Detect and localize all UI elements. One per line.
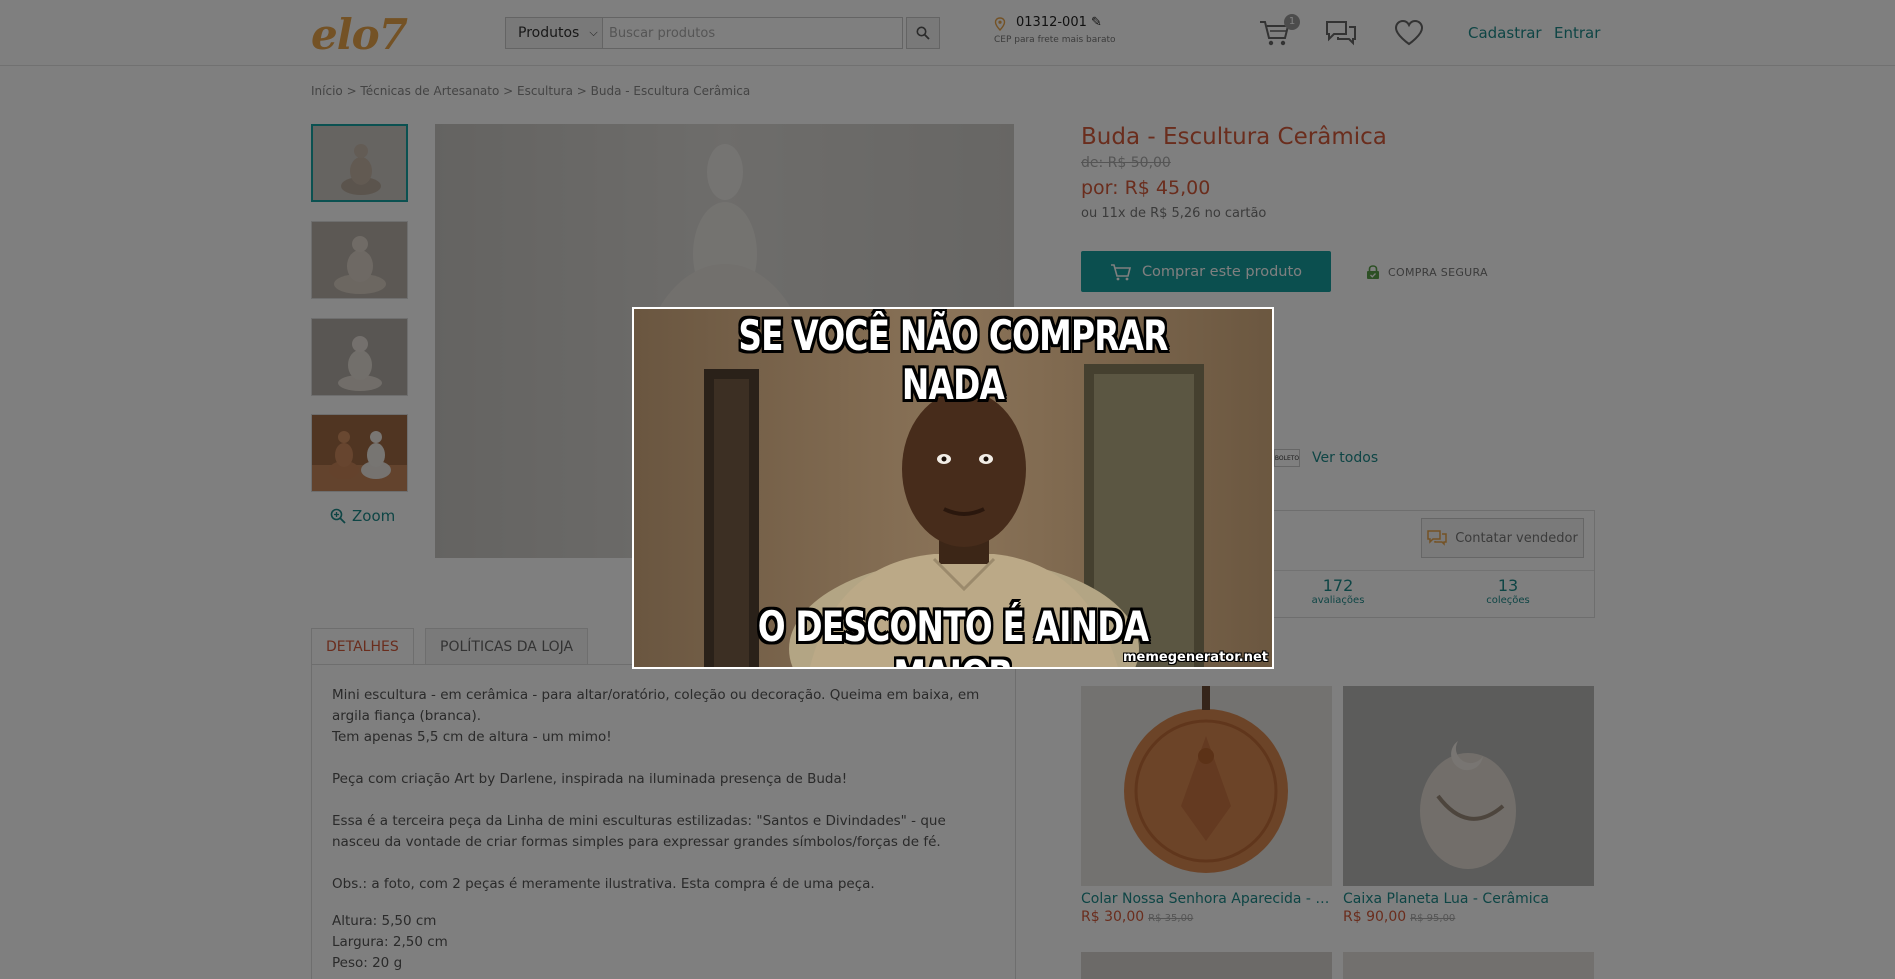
meme-watermark: memegenerator.net — [1122, 650, 1268, 665]
meme-top-text: SE VOCÊ NÃO COMPRAR NADA — [738, 311, 1168, 409]
meme-popup[interactable]: SE VOCÊ NÃO COMPRAR NADA O DESCONTO É AI… — [632, 307, 1274, 669]
